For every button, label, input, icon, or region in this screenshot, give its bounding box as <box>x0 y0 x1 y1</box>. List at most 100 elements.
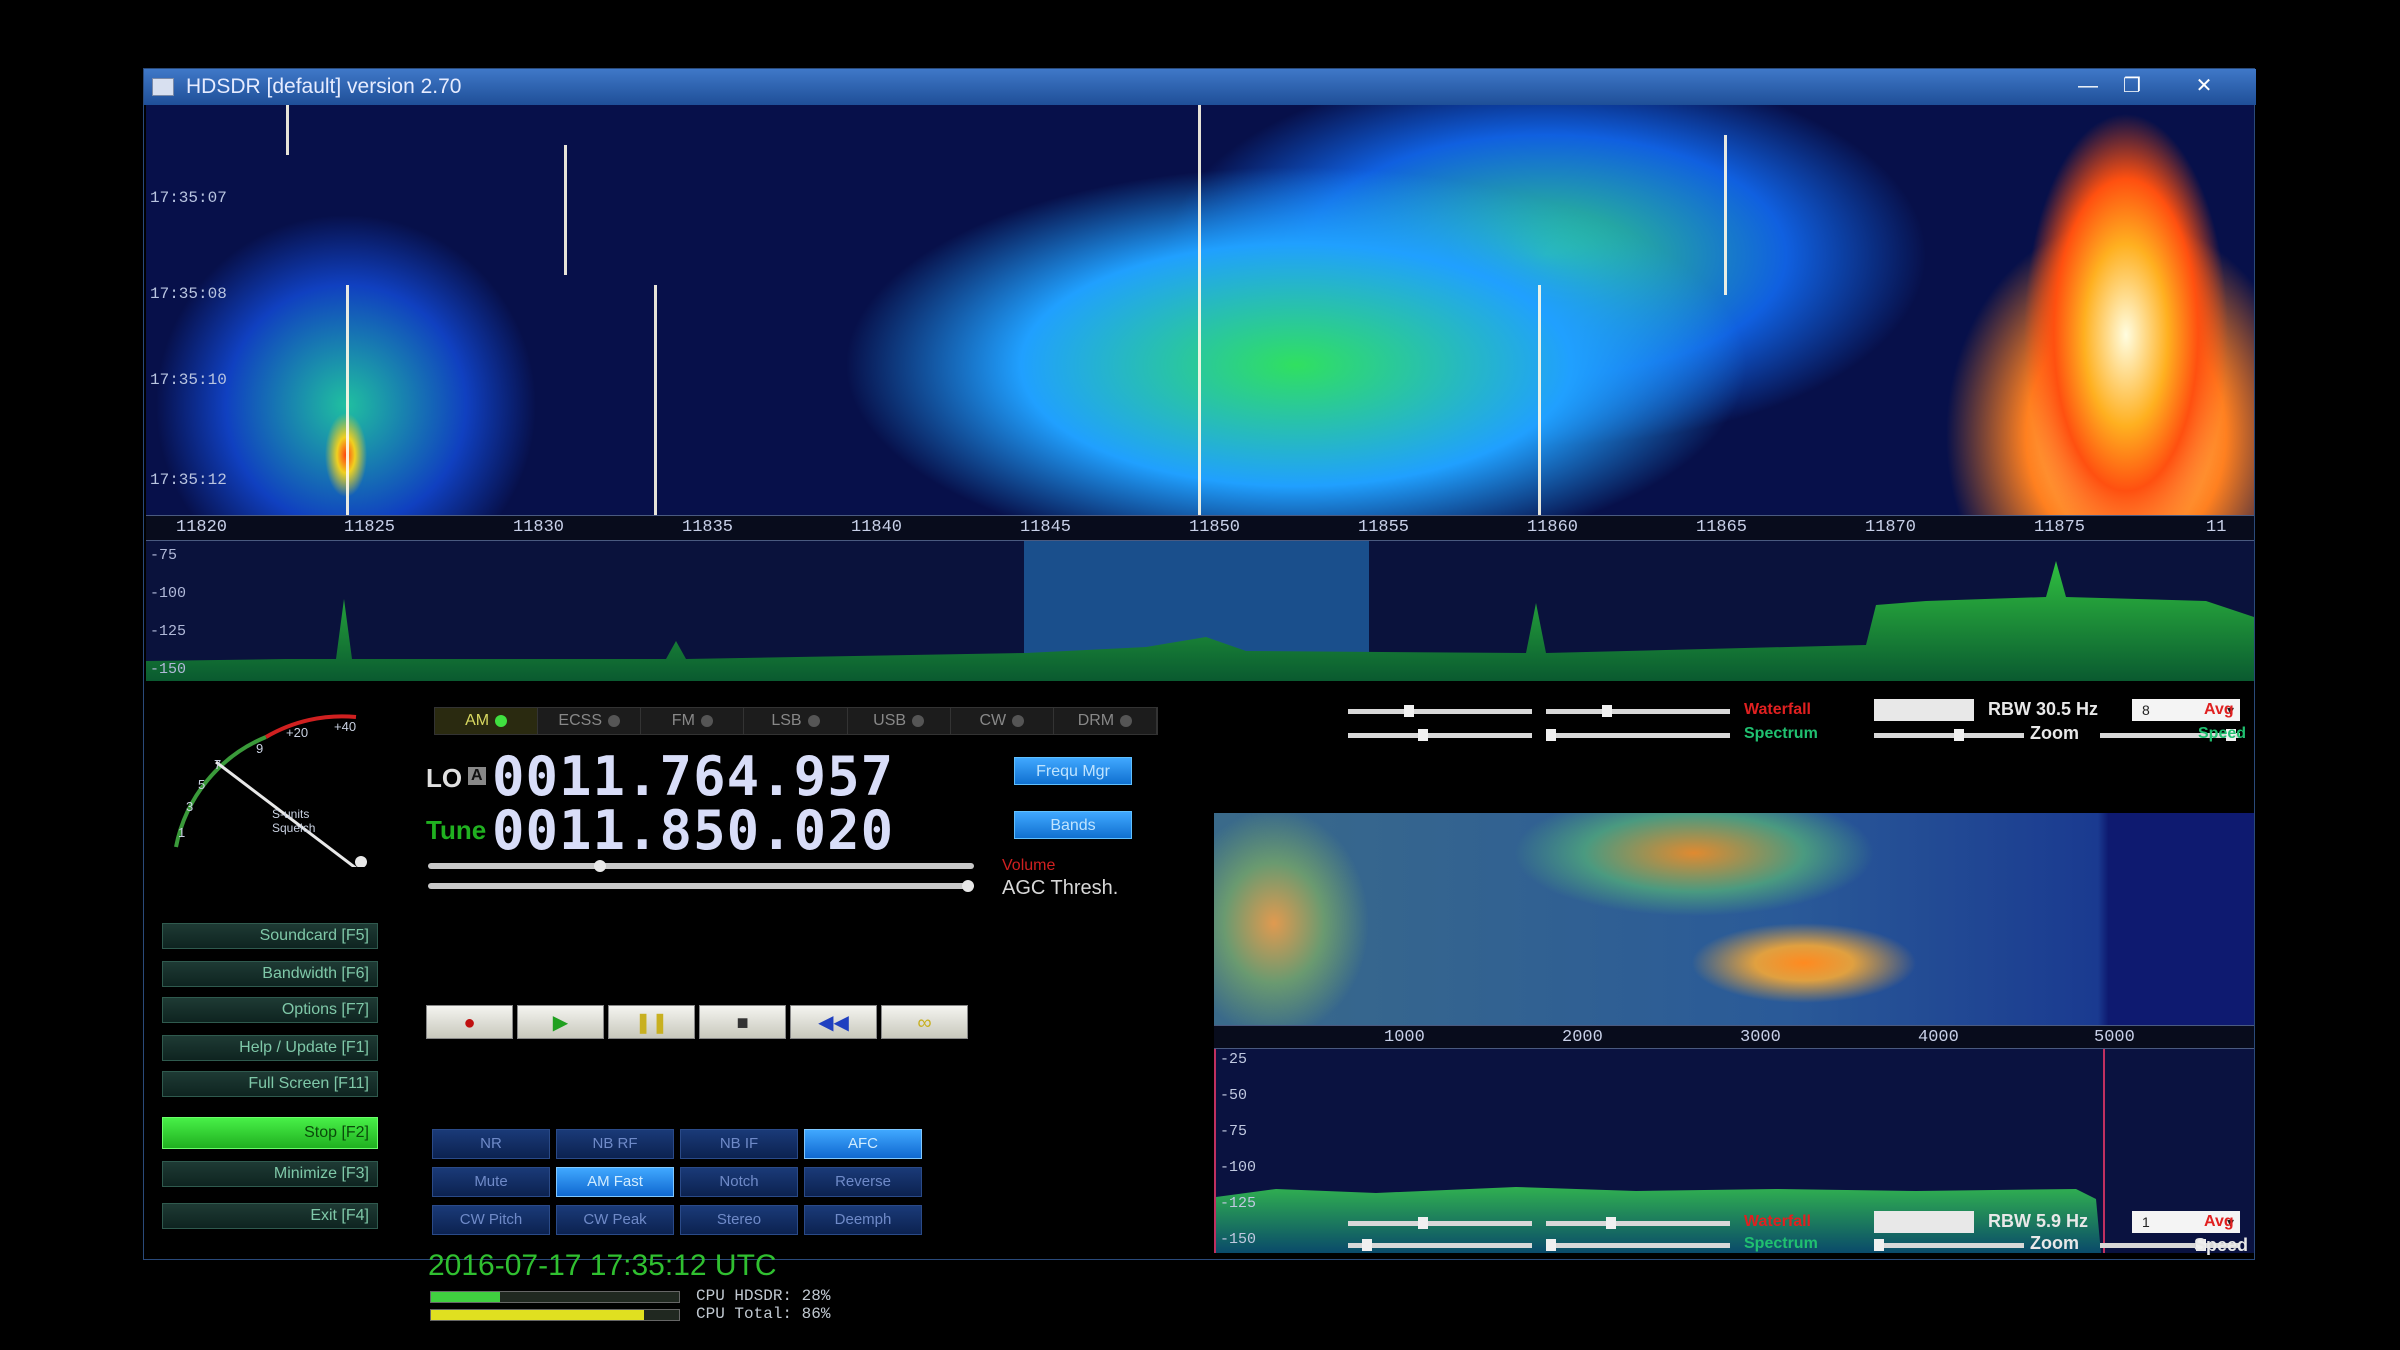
rf-waterfall[interactable]: 17:35:07 17:35:08 17:35:10 17:35:12 <box>146 105 2254 515</box>
bands-button[interactable]: Bands <box>1014 811 1132 839</box>
slider-knob[interactable] <box>1954 729 1964 741</box>
waterfall-timestamp: 17:35:07 <box>150 189 227 207</box>
cw-peak-button[interactable]: CW Peak <box>556 1205 674 1235</box>
carrier-line <box>1724 135 1727 295</box>
pause-button[interactable]: ❚❚ <box>608 1005 695 1039</box>
volume-knob[interactable] <box>594 860 606 872</box>
freq-tick-label: 11850 <box>1189 518 1241 537</box>
cpu-total-text: CPU Total: 86% <box>696 1305 831 1323</box>
freq-tick-label: 11 <box>2206 518 2227 537</box>
agc-threshold-slider[interactable] <box>428 880 974 892</box>
soundcard-button[interactable]: Soundcard [F5] <box>162 923 378 949</box>
af-zoom-slider[interactable] <box>1874 1239 2024 1251</box>
mode-lsb[interactable]: LSB <box>744 708 848 734</box>
agc-threshold-knob[interactable] <box>962 880 974 892</box>
frequency-axis[interactable]: 11820 11825 11830 11835 11840 11845 1185… <box>146 515 2254 541</box>
reverse-button[interactable]: Reverse <box>804 1167 922 1197</box>
slider-knob[interactable] <box>1546 729 1556 741</box>
nr-button[interactable]: NR <box>432 1129 550 1159</box>
loop-button[interactable]: ∞ <box>881 1005 968 1039</box>
volume-label: Volume <box>1002 857 1056 874</box>
maximize-button[interactable]: ❐ <box>2112 73 2152 99</box>
nb-if-button[interactable]: NB IF <box>680 1129 798 1159</box>
s-meter-caption: S-units Squelch <box>272 807 316 835</box>
carrier-line <box>564 145 567 275</box>
slider-knob[interactable] <box>1418 729 1428 741</box>
freq-tick-label: 11845 <box>1020 518 1072 537</box>
exit-button[interactable]: Exit [F4] <box>162 1203 378 1229</box>
slider-knob[interactable] <box>1546 1239 1556 1251</box>
close-button[interactable]: ✕ <box>2184 73 2224 99</box>
af-spectrum-contrast-slider[interactable] <box>1348 1239 1532 1251</box>
af-rbw-label: RBW 5.9 Hz <box>1988 1211 2089 1231</box>
recorder-transport: ● ▶ ❚❚ ■ ◀◀ ∞ <box>426 1005 972 1041</box>
mute-button[interactable]: Mute <box>432 1167 550 1197</box>
slider-knob[interactable] <box>1418 1217 1428 1229</box>
af-waterfall-brightness-slider[interactable] <box>1546 1217 1730 1229</box>
mode-usb[interactable]: USB <box>848 708 951 734</box>
volume-slider[interactable] <box>428 860 974 872</box>
waterfall-contrast-slider[interactable] <box>1348 705 1532 717</box>
title-bar[interactable]: HDSDR [default] version 2.70 — ❐ ✕ <box>144 69 2256 105</box>
control-panel: 1 3 5 7 9 +20 +40 S-units Squelch Soundc… <box>146 697 2254 1323</box>
rewind-button[interactable]: ◀◀ <box>790 1005 877 1039</box>
bandwidth-button[interactable]: Bandwidth [F6] <box>162 961 378 987</box>
waterfall-timestamp: 17:35:12 <box>150 471 227 489</box>
slider-knob[interactable] <box>1602 705 1612 717</box>
frequency-manager-button[interactable]: Frequ Mgr <box>1014 757 1132 785</box>
af-waterfall-spin[interactable] <box>1874 1211 1974 1233</box>
rf-avg-label-visible: Avg <box>2204 701 2234 718</box>
play-button[interactable]: ▶ <box>517 1005 604 1039</box>
options-button[interactable]: Options [F7] <box>162 997 378 1023</box>
slider-knob[interactable] <box>1404 705 1414 717</box>
am-fast-button[interactable]: AM Fast <box>556 1167 674 1197</box>
afc-button[interactable]: AFC <box>804 1129 922 1159</box>
slider-knob[interactable] <box>1874 1239 1884 1251</box>
lo-label: LO <box>426 763 463 793</box>
stereo-button[interactable]: Stereo <box>680 1205 798 1235</box>
slider-knob[interactable] <box>1606 1217 1616 1229</box>
minimize-button[interactable]: — <box>2068 73 2108 99</box>
mode-label: ECSS <box>558 712 602 729</box>
mode-cw[interactable]: CW <box>951 708 1054 734</box>
full-screen-button[interactable]: Full Screen [F11] <box>162 1071 378 1097</box>
carrier-line <box>346 285 349 515</box>
nb-rf-button[interactable]: NB RF <box>556 1129 674 1159</box>
stop-playback-button[interactable]: ■ <box>699 1005 786 1039</box>
mode-drm[interactable]: DRM <box>1054 708 1157 734</box>
minimize-menu-button[interactable]: Minimize [F3] <box>162 1161 378 1187</box>
app-icon <box>152 78 174 96</box>
record-button[interactable]: ● <box>426 1005 513 1039</box>
tune-frequency[interactable]: 0011.850.020 <box>492 799 894 862</box>
freq-tick-label: 11875 <box>2034 518 2086 537</box>
combo-value: 1 <box>2142 1214 2150 1230</box>
af-waterfall[interactable] <box>1214 813 2254 1025</box>
stop-button[interactable]: Stop [F2] <box>162 1117 378 1149</box>
rf-spectrum[interactable]: -75 -100 -125 -150 <box>146 541 2254 681</box>
help-update-button[interactable]: Help / Update [F1] <box>162 1035 378 1061</box>
spectrum-contrast-slider[interactable] <box>1348 729 1532 741</box>
waterfall-brightness-slider[interactable] <box>1546 705 1730 717</box>
rf-display-controls: Waterfall RBW 30.5 Hz 8▾ Avg Spectrum Zo… <box>1204 699 2254 743</box>
cw-pitch-button[interactable]: CW Pitch <box>432 1205 550 1235</box>
deemph-button[interactable]: Deemph <box>804 1205 922 1235</box>
af-avg-label: Avg <box>2204 1213 2234 1230</box>
notch-button[interactable]: Notch <box>680 1167 798 1197</box>
s-meter[interactable]: 1 3 5 7 9 +20 +40 S-units Squelch <box>156 707 376 874</box>
spectrum-brightness-slider[interactable] <box>1546 729 1730 741</box>
af-spectrum-brightness-slider[interactable] <box>1546 1239 1730 1251</box>
af-zoom-label: Zoom <box>2030 1233 2079 1253</box>
mode-fm[interactable]: FM <box>641 708 745 734</box>
waterfall-timestamp: 17:35:08 <box>150 285 227 303</box>
mode-ecss[interactable]: ECSS <box>538 708 642 734</box>
af-frequency-axis[interactable]: 1000 2000 3000 4000 5000 <box>1214 1025 2254 1049</box>
af-freq-label: 2000 <box>1562 1028 1603 1047</box>
carrier-line <box>1198 105 1201 515</box>
rf-waterfall-spin[interactable] <box>1874 699 1974 721</box>
mode-am[interactable]: AM <box>435 708 539 734</box>
lo-sub-label[interactable]: A <box>468 767 486 785</box>
slider-knob[interactable] <box>1362 1239 1372 1251</box>
rf-zoom-slider[interactable] <box>1874 729 2024 741</box>
freq-tick-label: 11865 <box>1696 518 1748 537</box>
af-waterfall-contrast-slider[interactable] <box>1348 1217 1532 1229</box>
